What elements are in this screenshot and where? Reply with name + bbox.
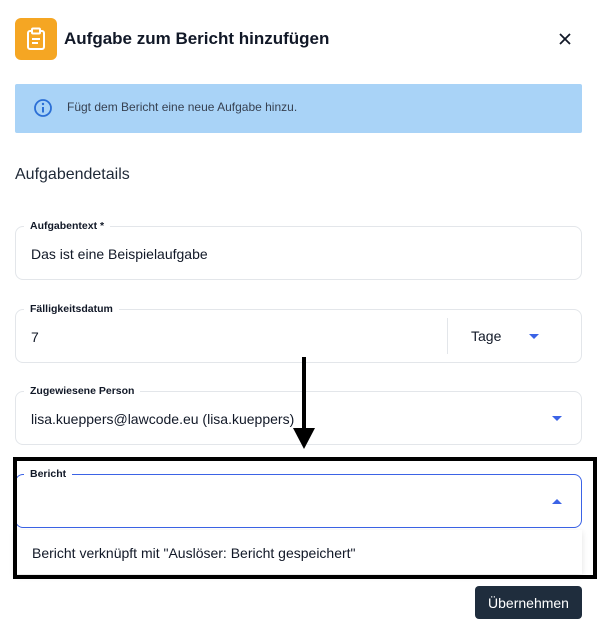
assignee-label: Zugewiesene Person: [24, 384, 141, 398]
report-dropdown: Bericht verknüpft mit "Auslöser: Bericht…: [15, 530, 582, 574]
divider: [447, 318, 448, 354]
info-banner: Fügt dem Bericht eine neue Aufgabe hinzu…: [15, 84, 582, 133]
arrow-down-icon: [293, 428, 315, 449]
close-icon: [559, 33, 571, 45]
annotation-arrow-line: [302, 357, 306, 429]
task-text-value[interactable]: Das ist eine Beispielaufgabe: [31, 246, 208, 262]
dialog-title: Aufgabe zum Bericht hinzufügen: [64, 29, 330, 48]
due-date-field[interactable]: Fälligkeitsdatum 7 Tage: [15, 302, 582, 363]
chevron-down-icon[interactable]: [529, 334, 539, 339]
chevron-down-icon[interactable]: [552, 416, 562, 421]
info-icon: [34, 99, 52, 117]
due-date-unit-select[interactable]: Tage: [471, 328, 501, 344]
due-date-value[interactable]: 7: [31, 329, 39, 345]
report-label: Bericht: [24, 467, 73, 481]
task-text-label: Aufgabentext *: [24, 219, 111, 233]
info-text: Fügt dem Bericht eine neue Aufgabe hinzu…: [67, 100, 298, 114]
assignee-value[interactable]: lisa.kueppers@lawcode.eu (lisa.kueppers): [31, 411, 294, 427]
task-text-field[interactable]: Aufgabentext * Das ist eine Beispielaufg…: [15, 219, 582, 280]
due-date-label: Fälligkeitsdatum: [24, 302, 119, 316]
chevron-up-icon[interactable]: [552, 499, 562, 504]
dropdown-option[interactable]: Bericht verknüpft mit "Auslöser: Bericht…: [32, 545, 356, 561]
clipboard-icon: [15, 18, 57, 60]
submit-button[interactable]: Übernehmen: [475, 586, 582, 619]
section-title: Aufgabendetails: [15, 166, 130, 183]
report-select[interactable]: Bericht: [15, 467, 582, 528]
close-button[interactable]: [553, 27, 577, 51]
